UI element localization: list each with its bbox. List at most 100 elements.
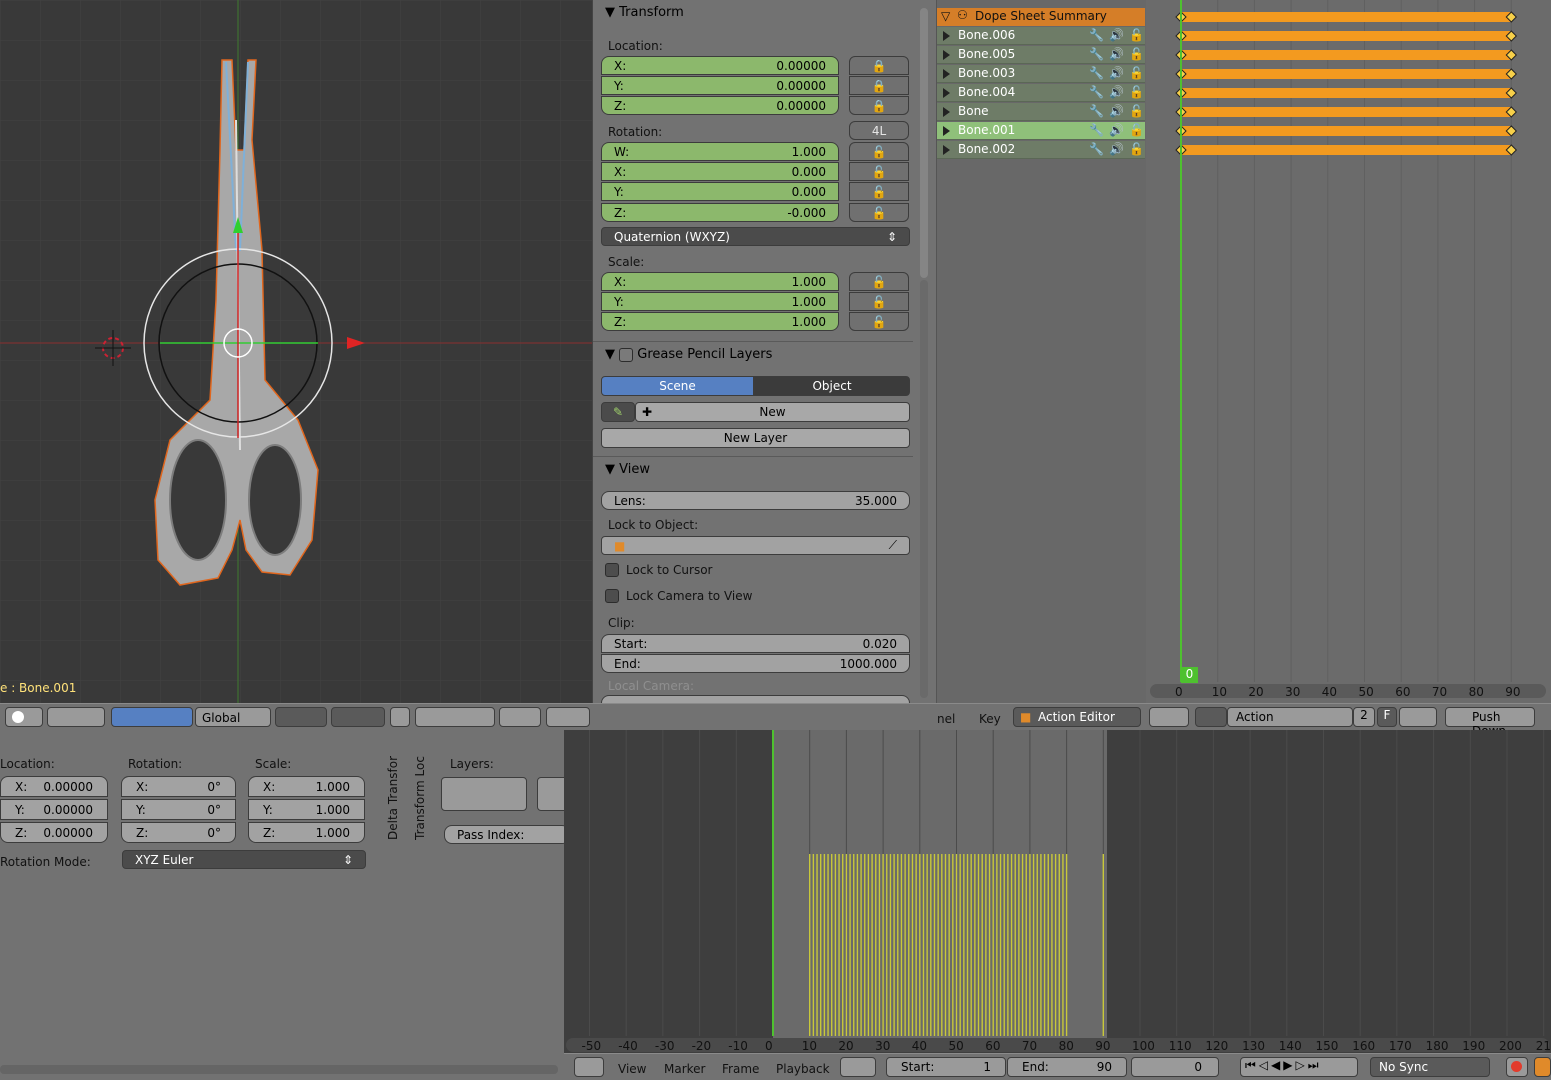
grease-enabled-checkbox[interactable]	[619, 347, 634, 362]
manipulator-buttons[interactable]	[111, 707, 193, 727]
layer-buttons-a[interactable]	[275, 707, 327, 727]
rotation-y-field[interactable]: Y: 0.000	[601, 182, 839, 201]
location-x-field[interactable]: X: 0.00000	[601, 56, 839, 75]
keying-set-button[interactable]	[1534, 1057, 1551, 1077]
lock-icon[interactable]: 🔓	[1129, 85, 1144, 99]
tab-transform-locks[interactable]: Transform Loc	[413, 756, 427, 840]
mode-dropdown[interactable]: ■ Action Editor	[1013, 707, 1141, 727]
scale-y-field[interactable]: Y: 1.000	[601, 292, 839, 311]
expand-triangle-icon[interactable]	[943, 88, 950, 98]
current-frame-badge[interactable]: 0	[1181, 667, 1198, 683]
speaker-icon[interactable]: 🔊	[1109, 142, 1124, 156]
tab-delta-transform[interactable]: Delta Transfor	[386, 756, 400, 840]
layer-lock-icon[interactable]	[390, 707, 410, 727]
3d-viewport[interactable]: e : Bone.001	[0, 0, 592, 703]
euler-mode-dropdown[interactable]: XYZ Euler ⇕	[122, 850, 366, 869]
lock-rotation-w-icon[interactable]: 🔓	[849, 142, 909, 161]
expand-triangle-icon[interactable]	[943, 31, 950, 41]
layer-buttons-b[interactable]	[331, 707, 385, 727]
bottom-rotation-field[interactable]: Y: 0°	[121, 799, 236, 820]
keyframe-row[interactable]	[1175, 49, 1518, 61]
local-camera-field[interactable]	[601, 695, 910, 703]
lock-rotation-z-icon[interactable]: 🔓	[849, 203, 909, 222]
bottom-location-field[interactable]: X: 0.00000	[0, 776, 108, 797]
bottom-location-field[interactable]: Y: 0.00000	[0, 799, 108, 820]
keyframe-row[interactable]	[1175, 144, 1518, 156]
lock-scale-x-icon[interactable]: 🔓	[849, 272, 909, 291]
action-browse-button[interactable]	[1195, 707, 1227, 727]
new-layer-button[interactable]: New Layer	[601, 428, 910, 448]
current-frame-field[interactable]: 0	[1131, 1057, 1219, 1077]
speaker-icon[interactable]: 🔊	[1109, 104, 1124, 118]
fake-user-button[interactable]: F	[1377, 707, 1397, 727]
expand-triangle-icon[interactable]	[943, 107, 950, 117]
rotation-mode-dropdown[interactable]: Quaternion (WXYZ) ⇕	[601, 227, 910, 246]
wrench-icon[interactable]: 🔧	[1089, 28, 1104, 42]
render-buttons[interactable]	[499, 707, 541, 727]
playback-controls[interactable]: ⏮◁◀▶▷⏭	[1240, 1057, 1358, 1077]
wrench-icon[interactable]: 🔧	[1089, 66, 1104, 80]
channel-row[interactable]: Bone.003 🔧 🔊 🔓	[937, 65, 1145, 83]
bottom-scale-field[interactable]: Z: 1.000	[248, 822, 365, 843]
timeline-menu-playback[interactable]: Playback	[776, 1062, 830, 1076]
speaker-icon[interactable]: 🔊	[1109, 66, 1124, 80]
channel-row[interactable]: Bone.004 🔧 🔊 🔓	[937, 84, 1145, 102]
lock-icon[interactable]: 🔓	[1129, 123, 1144, 137]
rotation-4l-toggle[interactable]: 4L	[849, 121, 909, 140]
view-panel-header[interactable]: ▼ View	[605, 462, 650, 477]
collapse-triangle-icon[interactable]: ▽	[941, 9, 950, 23]
speaker-icon[interactable]: 🔊	[1109, 47, 1124, 61]
action-name-field[interactable]: Action	[1227, 707, 1353, 727]
wrench-icon[interactable]: 🔧	[1089, 85, 1104, 99]
wrench-icon[interactable]: 🔧	[1089, 123, 1104, 137]
location-y-field[interactable]: Y: 0.00000	[601, 76, 839, 95]
new-unlink-buttons[interactable]	[1399, 707, 1437, 727]
lens-field[interactable]: Lens: 35.000	[601, 491, 910, 510]
viewport-shading-button[interactable]	[5, 707, 43, 727]
pencil-icon[interactable]: ✎	[601, 402, 635, 422]
bottom-location-field[interactable]: Z: 0.00000	[0, 822, 108, 843]
lock-icon[interactable]: 🔓	[1129, 66, 1144, 80]
record-button[interactable]	[1506, 1057, 1528, 1077]
lock-icon[interactable]: 🔓	[1129, 104, 1144, 118]
lock-icon[interactable]: 🔓	[1129, 28, 1144, 42]
channel-row[interactable]: Bone.006 🔧 🔊 🔓	[937, 27, 1145, 45]
layer-grid-a[interactable]	[441, 777, 527, 811]
expand-triangle-icon[interactable]	[943, 145, 950, 155]
keyframe-row[interactable]	[1175, 30, 1518, 42]
new-grease-button[interactable]: ✚ New	[635, 402, 910, 422]
timeline-menu-view[interactable]: View	[618, 1062, 646, 1076]
editor-type-button[interactable]	[574, 1057, 604, 1077]
timeline-canvas[interactable]	[564, 730, 1551, 1080]
location-z-field[interactable]: Z: 0.00000	[601, 96, 839, 115]
expand-triangle-icon[interactable]	[943, 69, 950, 79]
viewport-scene[interactable]	[0, 0, 592, 703]
lock-scale-z-icon[interactable]: 🔓	[849, 312, 909, 331]
clip-end-field[interactable]: End: 1000.000	[601, 654, 910, 673]
keyframe-row[interactable]	[1175, 106, 1518, 118]
lock-object-field[interactable]: ■ ⟋	[601, 536, 910, 555]
keyframe-row[interactable]	[1175, 87, 1518, 99]
grease-panel-header[interactable]: ▼ Grease Pencil Layers	[605, 347, 772, 362]
proportional-editing-buttons[interactable]	[415, 707, 495, 727]
lock-location-z-icon[interactable]: 🔒	[849, 96, 909, 115]
push-down-button[interactable]: Push Down	[1445, 707, 1535, 738]
keyframe-row[interactable]	[1175, 125, 1518, 137]
tab-object[interactable]: Object	[754, 376, 910, 396]
bottom-rotation-field[interactable]: Z: 0°	[121, 822, 236, 843]
scale-z-field[interactable]: Z: 1.000	[601, 312, 839, 331]
bottom-props-scrollbar[interactable]	[0, 1065, 558, 1074]
lock-rotation-y-icon[interactable]: 🔓	[849, 182, 909, 201]
properties-scrollbar[interactable]	[920, 8, 928, 278]
channel-menu[interactable]: nel	[937, 712, 955, 726]
transform-panel-header[interactable]: ▼ Transform	[605, 5, 684, 20]
action-users-count[interactable]: 2	[1353, 707, 1375, 727]
channel-row[interactable]: Bone.005 🔧 🔊 🔓	[937, 46, 1145, 64]
lock-to-cursor-checkbox[interactable]	[605, 563, 619, 577]
pass-index-field[interactable]: Pass Index:	[444, 825, 564, 844]
key-menu[interactable]: Key	[979, 712, 1001, 726]
layer-grid-b[interactable]	[537, 777, 564, 811]
lock-rotation-x-icon[interactable]: 🔓	[849, 162, 909, 181]
wrench-icon[interactable]: 🔧	[1089, 142, 1104, 156]
wrench-icon[interactable]: 🔧	[1089, 47, 1104, 61]
